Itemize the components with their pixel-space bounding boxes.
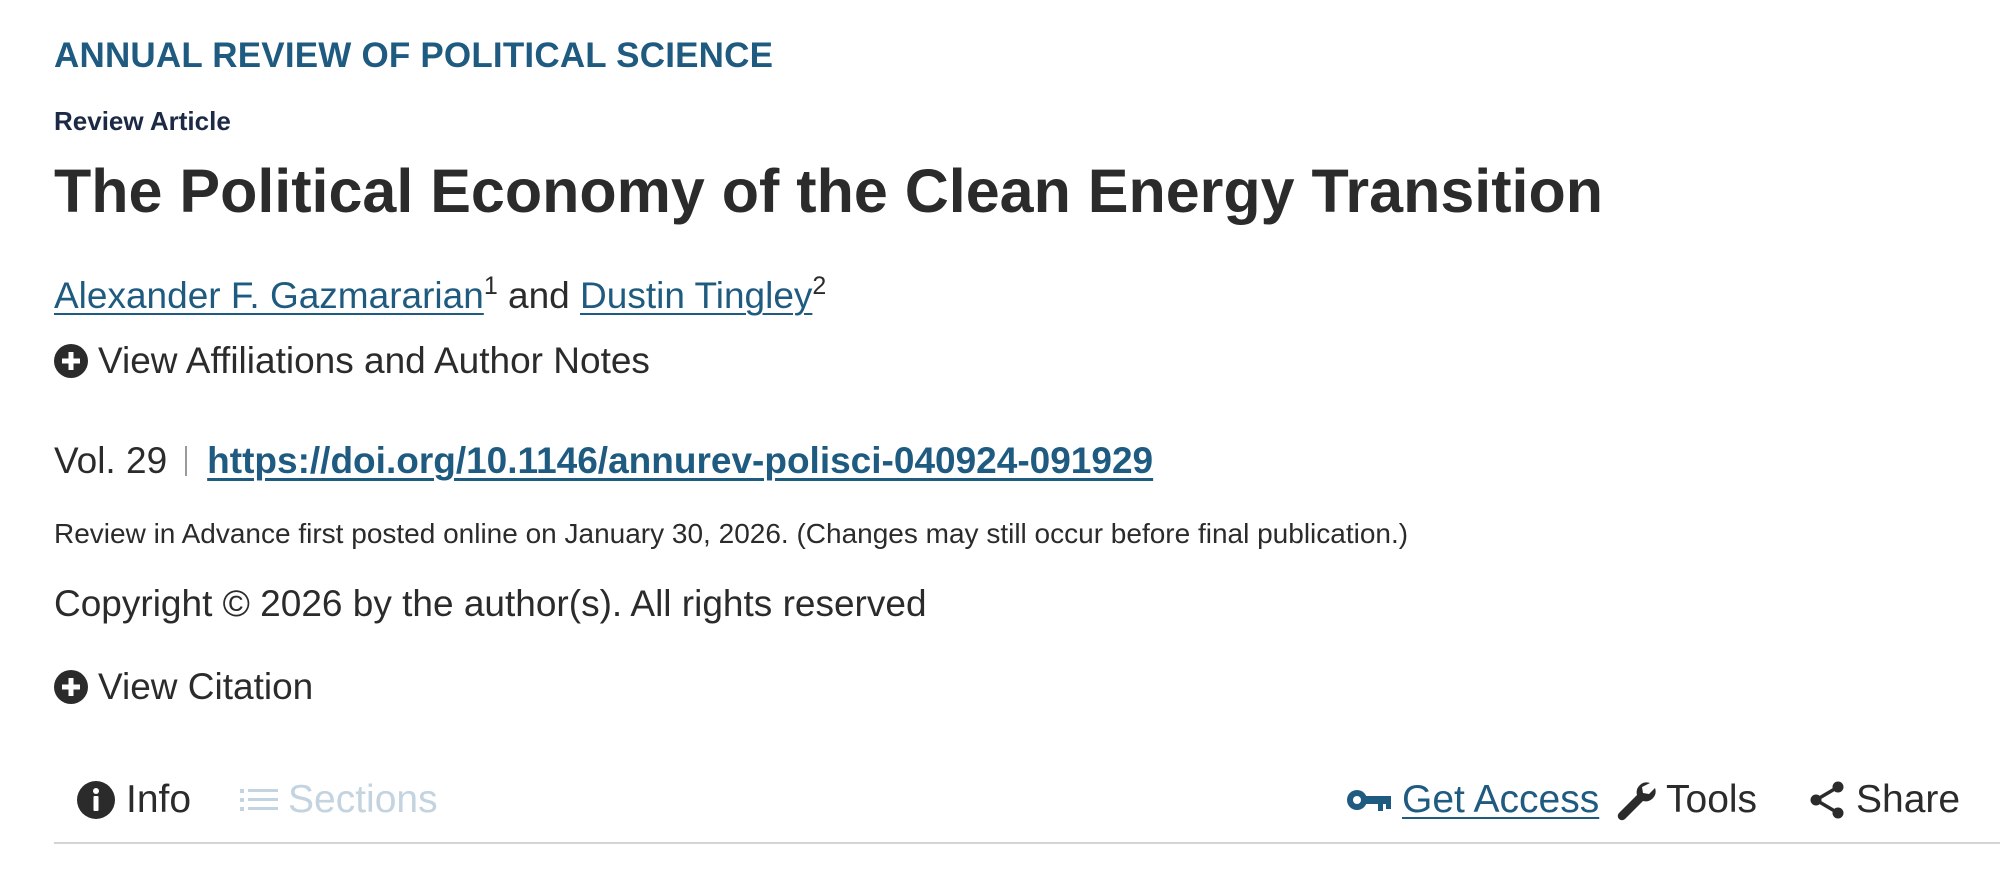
author-link-gazmararian[interactable]: Alexander F. Gazmararian <box>54 275 484 316</box>
info-tab[interactable]: Info <box>76 778 191 822</box>
view-citation-label: View Citation <box>98 666 314 707</box>
plus-circle-icon <box>54 344 88 378</box>
key-icon <box>1347 790 1391 811</box>
author-joiner: and <box>508 275 570 316</box>
separator <box>185 446 188 476</box>
get-access-button[interactable]: Get Access <box>1346 778 1599 822</box>
author-link-tingley[interactable]: Dustin Tingley <box>580 275 812 316</box>
article-type-label: Review Article <box>54 106 231 136</box>
author-affiliation-marker: 1 <box>483 272 498 300</box>
article-toolbar: Info Sections Get Access Tools Share <box>54 770 2000 844</box>
volume-label: Vol. 29 <box>54 440 168 481</box>
share-icon <box>1810 781 1844 819</box>
share-button[interactable]: Share <box>1808 778 1960 822</box>
view-affiliations-toggle[interactable]: View Affiliations and Author Notes <box>54 340 650 382</box>
author-affiliation-marker: 2 <box>812 272 827 300</box>
tools-button[interactable]: Tools <box>1614 778 1757 822</box>
sections-tab: Sections <box>240 778 438 822</box>
tools-label: Tools <box>1666 778 1758 821</box>
info-tab-label: Info <box>126 778 192 821</box>
doi-link[interactable]: https://doi.org/10.1146/annurev-polisci-… <box>207 440 1153 482</box>
view-citation-toggle[interactable]: View Citation <box>54 666 313 708</box>
sections-tab-label: Sections <box>288 778 438 821</box>
posted-online-notice: Review in Advance first posted online on… <box>54 518 1409 549</box>
journal-name-link[interactable]: ANNUAL REVIEW OF POLITICAL SCIENCE <box>54 36 773 76</box>
article-title: The Political Economy of the Clean Energ… <box>54 157 1604 225</box>
plus-circle-icon <box>54 670 88 704</box>
view-affiliations-label: View Affiliations and Author Notes <box>98 340 650 381</box>
info-icon <box>77 781 115 819</box>
author-list: Alexander F. Gazmararian1 and Dustin Tin… <box>54 272 826 317</box>
list-icon <box>240 789 278 811</box>
volume-doi-row: Vol. 29 https://doi.org/10.1146/annurev-… <box>54 440 1153 482</box>
share-label: Share <box>1856 778 1961 821</box>
copyright-notice: Copyright © 2026 by the author(s). All r… <box>54 583 927 624</box>
wrench-icon <box>1617 782 1656 821</box>
get-access-label: Get Access <box>1402 778 1600 821</box>
